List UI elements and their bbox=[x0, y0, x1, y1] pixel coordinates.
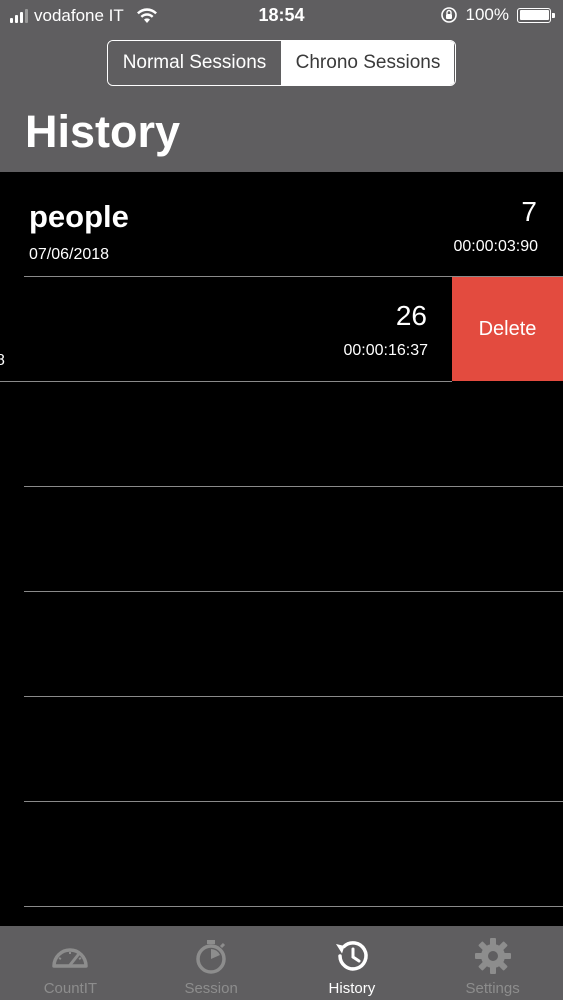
orientation-lock-icon bbox=[440, 7, 457, 23]
tab-session[interactable]: Session bbox=[141, 926, 282, 1000]
session-name: people bbox=[29, 199, 129, 234]
status-bar: vodafone IT 18:54 100% bbox=[0, 0, 563, 32]
session-duration: 00:00:03:90 bbox=[453, 238, 538, 255]
stopwatch-icon bbox=[196, 940, 226, 974]
row-divider bbox=[24, 486, 563, 487]
segment-chrono-sessions[interactable]: Chrono Sessions bbox=[282, 41, 454, 85]
session-count: 26 bbox=[395, 300, 427, 331]
battery-icon bbox=[517, 7, 555, 23]
gear-icon bbox=[474, 938, 511, 974]
row-divider bbox=[24, 801, 563, 802]
history-clock-icon bbox=[335, 941, 368, 971]
tab-countit[interactable]: CountIT bbox=[0, 926, 141, 1000]
header: vodafone IT 18:54 100% Normal Sessions C… bbox=[0, 0, 563, 172]
row-divider bbox=[24, 696, 563, 697]
tab-label: Session bbox=[184, 980, 238, 997]
history-row[interactable]: people 07/06/2018 7 00:00:03:90 bbox=[0, 172, 563, 276]
battery-percent: 100% bbox=[465, 5, 509, 24]
tab-label: History bbox=[328, 980, 376, 997]
session-duration: 00:00:16:37 bbox=[343, 342, 428, 359]
segment-normal-sessions[interactable]: Normal Sessions bbox=[108, 41, 282, 85]
row-divider bbox=[0, 381, 452, 382]
history-row-swiped[interactable]: 26 00:00:16:37 bbox=[0, 276, 453, 380]
tab-history[interactable]: History bbox=[282, 926, 423, 1000]
session-count: 7 bbox=[521, 196, 537, 227]
tab-label: Settings bbox=[465, 980, 520, 997]
delete-button[interactable]: Delete bbox=[452, 277, 563, 381]
session-date: 07/06/2018 bbox=[29, 246, 110, 263]
tab-bar: CountIT Session History Settings bbox=[0, 926, 563, 1000]
speedometer-icon bbox=[52, 948, 89, 968]
tab-settings[interactable]: Settings bbox=[422, 926, 563, 1000]
page-title: History bbox=[25, 106, 181, 157]
session-type-segmented-control[interactable]: Normal Sessions Chrono Sessions bbox=[107, 40, 456, 86]
tab-label: CountIT bbox=[43, 980, 98, 997]
row-divider bbox=[24, 906, 563, 907]
status-right: 100% bbox=[440, 5, 555, 25]
session-date: 8 bbox=[0, 352, 5, 369]
row-divider bbox=[24, 591, 563, 592]
app-screen: vodafone IT 18:54 100% Normal Sessions C… bbox=[0, 0, 563, 1000]
